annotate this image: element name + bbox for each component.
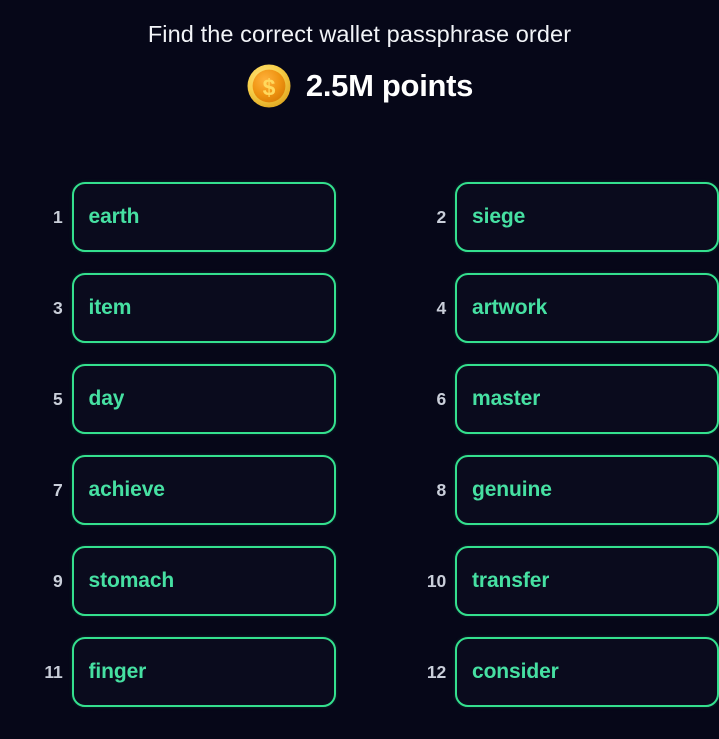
word-index: 7: [52, 479, 63, 500]
word-slot-7[interactable]: achieve: [71, 455, 336, 525]
word-row: 7 achieve 8 genuine: [0, 455, 719, 525]
word-index: 1: [52, 206, 63, 227]
word-slot-1[interactable]: earth: [71, 182, 336, 252]
word-cell: 3 item: [0, 273, 336, 343]
passphrase-word-grid: 1 earth 2 siege 3 item 4 artwork 5 day 6…: [0, 182, 719, 707]
word-row: 1 earth 2 siege: [0, 182, 719, 252]
word-row: 5 day 6 master: [0, 364, 719, 434]
word-cell: 12 consider: [384, 637, 719, 707]
word-label: earth: [88, 205, 140, 228]
header: Find the correct wallet passphrase order: [0, 0, 719, 109]
word-label: day: [88, 387, 125, 410]
word-index: 6: [436, 388, 446, 409]
word-index: 4: [436, 297, 446, 318]
word-cell: 5 day: [0, 364, 336, 434]
word-label: siege: [472, 205, 526, 228]
word-slot-6[interactable]: master: [455, 364, 719, 434]
passphrase-order-screen: Find the correct wallet passphrase order: [0, 0, 719, 739]
svg-text:$: $: [262, 74, 275, 100]
word-cell: 8 genuine: [384, 455, 719, 525]
word-slot-8[interactable]: genuine: [455, 455, 719, 525]
word-slot-3[interactable]: item: [71, 273, 336, 343]
gold-coin-dollar-icon: $: [246, 63, 292, 109]
word-slot-5[interactable]: day: [71, 364, 336, 434]
word-cell: 11 finger: [0, 637, 336, 707]
word-slot-4[interactable]: artwork: [455, 273, 719, 343]
word-cell: 1 earth: [0, 182, 336, 252]
word-row: 3 item 4 artwork: [0, 273, 719, 343]
points-value: 2.5M points: [305, 68, 474, 103]
word-cell: 4 artwork: [384, 273, 719, 343]
word-slot-9[interactable]: stomach: [71, 546, 336, 616]
word-cell: 7 achieve: [0, 455, 336, 525]
word-index: 8: [436, 479, 446, 500]
word-index: 11: [44, 661, 63, 682]
word-label: consider: [472, 660, 559, 683]
word-label: stomach: [88, 569, 175, 592]
word-index: 12: [426, 661, 446, 682]
word-label: item: [88, 296, 132, 319]
word-slot-11[interactable]: finger: [71, 637, 336, 707]
word-cell: 9 stomach: [0, 546, 336, 616]
word-label: finger: [88, 660, 147, 683]
word-label: master: [472, 387, 541, 410]
word-index: 10: [426, 570, 446, 591]
word-label: genuine: [472, 478, 552, 501]
word-slot-2[interactable]: siege: [455, 182, 719, 252]
word-slot-10[interactable]: transfer: [455, 546, 719, 616]
page-title: Find the correct wallet passphrase order: [147, 21, 572, 47]
word-label: transfer: [472, 569, 550, 592]
word-index: 2: [436, 206, 446, 227]
word-slot-12[interactable]: consider: [455, 637, 719, 707]
word-cell: 10 transfer: [384, 546, 719, 616]
word-label: artwork: [472, 296, 548, 319]
word-row: 11 finger 12 consider: [0, 637, 719, 707]
word-label: achieve: [88, 478, 165, 501]
word-index: 5: [52, 388, 63, 409]
points-row: $ 2.5M points: [0, 63, 719, 109]
word-cell: 2 siege: [384, 182, 719, 252]
word-row: 9 stomach 10 transfer: [0, 546, 719, 616]
word-cell: 6 master: [384, 364, 719, 434]
word-index: 9: [52, 570, 63, 591]
word-index: 3: [52, 297, 63, 318]
